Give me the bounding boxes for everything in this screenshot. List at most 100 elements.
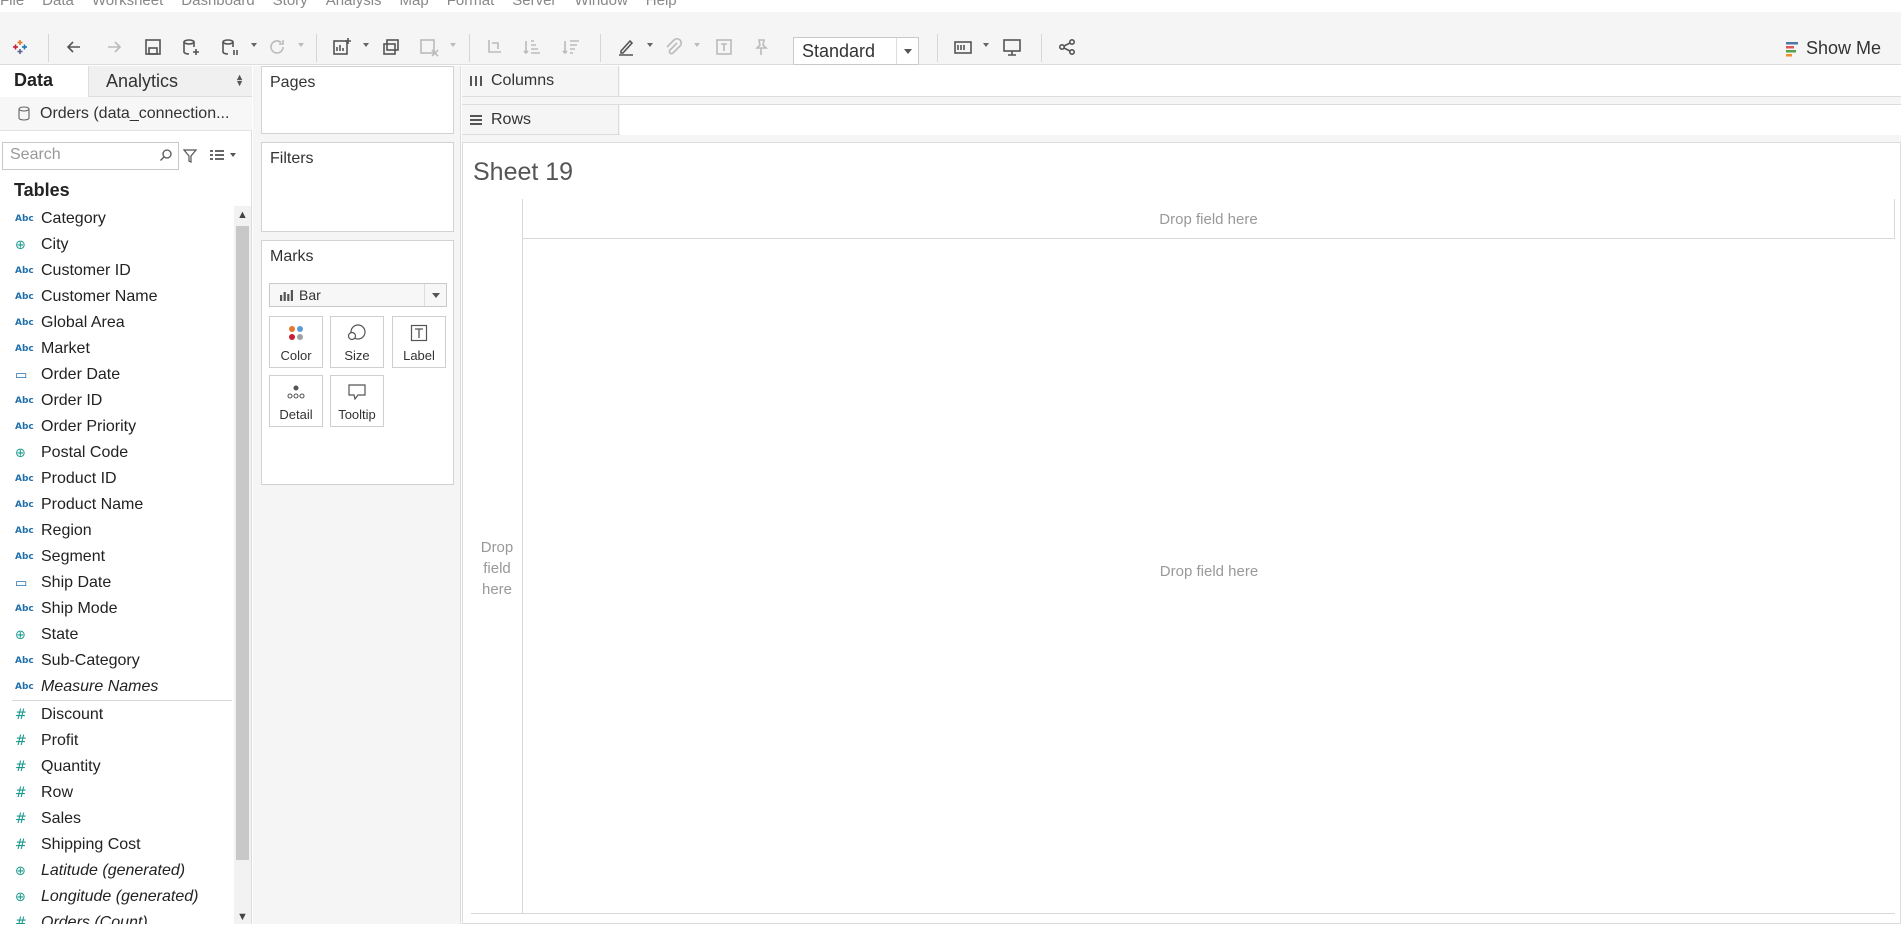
number-type-icon: # [15, 811, 27, 827]
scroll-thumb[interactable] [236, 226, 249, 860]
field-item[interactable]: Abc Product ID [0, 466, 232, 492]
field-list-scrollbar[interactable]: ▲ ▼ [234, 206, 251, 924]
field-item[interactable]: Abc Market [0, 336, 232, 362]
rows-drop-zone[interactable] [620, 105, 1901, 135]
globe-icon: ⊕ [15, 627, 26, 643]
sort-descending-icon[interactable] [560, 36, 582, 58]
view-options-icon[interactable] [210, 149, 236, 161]
menu-item-window[interactable]: Window [565, 0, 636, 8]
field-item[interactable]: Abc Customer Name [0, 284, 232, 310]
scroll-down-icon[interactable]: ▼ [234, 908, 251, 926]
pages-card[interactable]: Pages [261, 66, 454, 134]
menu-item-help[interactable]: Help [637, 0, 686, 8]
new-worksheet-icon[interactable] [331, 36, 353, 58]
tab-analytics[interactable]: Analytics ▲ ▼ [88, 66, 252, 97]
field-item[interactable]: Abc Sub-Category [0, 648, 232, 674]
field-item[interactable]: Abc Product Name [0, 492, 232, 518]
field-name: Market [41, 340, 90, 357]
filters-card-title: Filters [270, 150, 314, 167]
toolbar: Standard Show Me [0, 12, 1901, 65]
menu-item-story[interactable]: Story [264, 0, 317, 8]
show-cards-icon[interactable] [952, 36, 974, 58]
field-item[interactable]: ⊕ Latitude (generated) [0, 858, 232, 884]
field-item[interactable]: Abc Order ID [0, 388, 232, 414]
field-item[interactable]: # Orders (Count) [0, 910, 232, 924]
column-header-drop-zone[interactable]: Drop field here [523, 199, 1895, 239]
field-item[interactable]: ⊕ City [0, 232, 232, 258]
refresh-icon[interactable] [266, 36, 288, 58]
field-item[interactable]: # Profit [0, 728, 232, 754]
field-item[interactable]: Abc Order Priority [0, 414, 232, 440]
tab-data[interactable]: Data [0, 66, 88, 97]
string-type-icon: Abc [15, 656, 34, 666]
swap-rows-columns-icon[interactable] [483, 36, 505, 58]
field-item[interactable]: # Discount [0, 702, 232, 728]
menu-item-dashboard[interactable]: Dashboard [172, 0, 263, 8]
field-item[interactable]: Abc Customer ID [0, 258, 232, 284]
pause-updates-icon[interactable] [219, 36, 241, 58]
presentation-mode-icon[interactable] [1001, 36, 1023, 58]
show-me-button[interactable]: Show Me [1785, 38, 1881, 59]
field-item[interactable]: ▭ Order Date [0, 362, 232, 388]
tooltip-mark-button[interactable]: Tooltip [330, 375, 384, 427]
menu-item-worksheet[interactable]: Worksheet [83, 0, 172, 8]
search-input[interactable] [3, 143, 153, 167]
pin-icon[interactable] [750, 36, 772, 58]
search-box[interactable] [2, 142, 179, 170]
field-item[interactable]: ⊕ State [0, 622, 232, 648]
field-item[interactable]: ▭ Ship Date [0, 570, 232, 596]
field-item[interactable]: # Row [0, 780, 232, 806]
field-item[interactable]: Abc Global Area [0, 310, 232, 336]
tableau-logo-icon[interactable] [9, 36, 31, 58]
field-item[interactable]: Abc Ship Mode [0, 596, 232, 622]
duplicate-icon[interactable] [380, 36, 402, 58]
save-icon[interactable] [142, 36, 164, 58]
field-item[interactable]: Abc Category [0, 206, 232, 232]
field-item[interactable]: Abc Segment [0, 544, 232, 570]
field-item[interactable]: # Sales [0, 806, 232, 832]
chevron-down-icon[interactable] [896, 38, 918, 64]
detail-mark-button[interactable]: Detail [269, 375, 323, 427]
new-datasource-icon[interactable] [180, 36, 202, 58]
field-item[interactable]: Abc Measure Names [0, 674, 232, 700]
menu-item-analysis[interactable]: Analysis [317, 0, 391, 8]
marks-card: Marks Bar Color Size Label Detail Toolti… [261, 240, 454, 485]
clear-sheet-icon[interactable] [418, 36, 440, 58]
undo-icon[interactable] [63, 36, 85, 58]
fit-dropdown[interactable]: Standard [793, 37, 919, 65]
filters-card[interactable]: Filters [261, 142, 454, 232]
cards-pane: Pages Filters Marks Bar Color Size Label… [253, 66, 461, 924]
search-icon[interactable] [159, 148, 173, 162]
field-item[interactable]: ⊕ Postal Code [0, 440, 232, 466]
sheet-title[interactable]: Sheet 19 [473, 158, 573, 187]
filter-icon[interactable] [182, 148, 198, 164]
mark-type-dropdown[interactable]: Bar [269, 283, 447, 307]
field-list: Abc Category ⊕ City Abc Customer ID Abc Custome… [0, 206, 232, 924]
field-item[interactable]: # Quantity [0, 754, 232, 780]
menu-item-server[interactable]: Server [503, 0, 565, 8]
calendar-icon: ▭ [15, 575, 28, 591]
label-mark-button[interactable]: Label [392, 316, 446, 368]
menu-item-file[interactable]: File [0, 0, 33, 8]
datasource-item[interactable]: Orders (data_connection... [0, 97, 252, 131]
globe-icon: ⊕ [15, 863, 26, 879]
scroll-up-icon[interactable]: ▲ [234, 206, 251, 224]
redo-icon[interactable] [103, 36, 125, 58]
menu-item-format[interactable]: Format [438, 0, 504, 8]
field-item[interactable]: ⊕ Longitude (generated) [0, 884, 232, 910]
menu-item-data[interactable]: Data [33, 0, 83, 8]
highlight-icon[interactable] [615, 36, 637, 58]
color-mark-button[interactable]: Color [269, 316, 323, 368]
chevron-down-icon[interactable] [424, 284, 446, 306]
menu-item-map[interactable]: Map [391, 0, 438, 8]
text-label-icon[interactable] [713, 36, 735, 58]
field-item[interactable]: Abc Region [0, 518, 232, 544]
attachment-icon[interactable] [662, 36, 684, 58]
size-mark-button[interactable]: Size [330, 316, 384, 368]
columns-drop-zone[interactable] [620, 66, 1901, 96]
field-item[interactable]: # Shipping Cost [0, 832, 232, 858]
share-icon[interactable] [1056, 36, 1078, 58]
sort-ascending-icon[interactable] [521, 36, 543, 58]
row-header-drop-zone[interactable]: Drop field here [471, 199, 523, 913]
number-type-icon: # [15, 733, 27, 749]
